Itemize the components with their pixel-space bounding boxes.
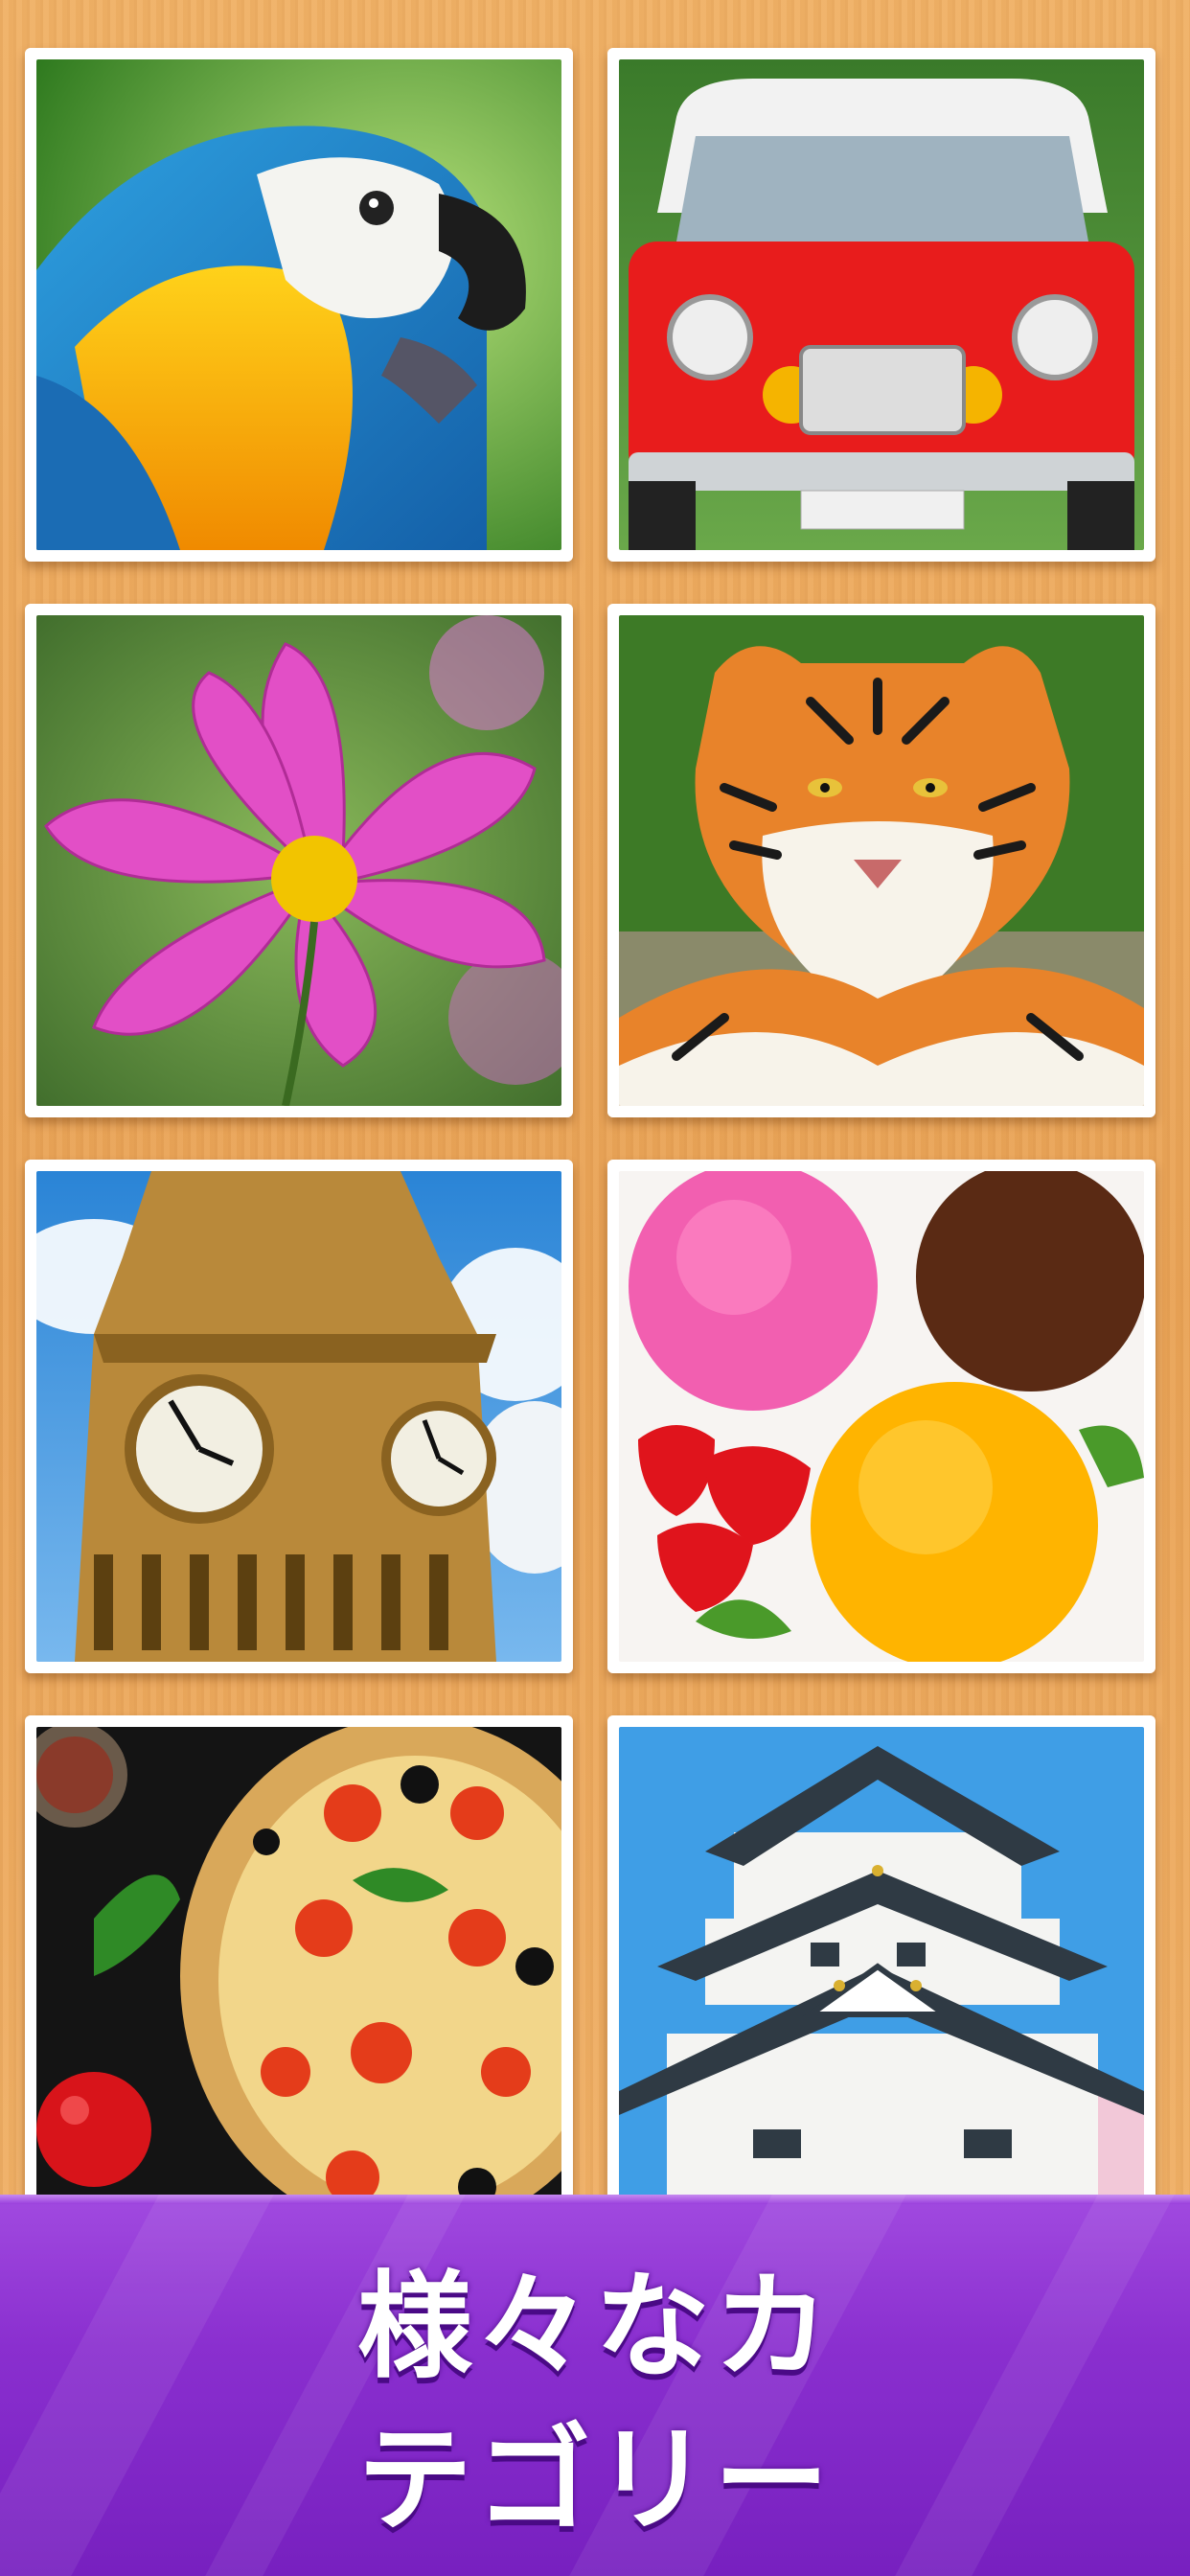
parrot-icon xyxy=(36,59,561,550)
category-grid xyxy=(0,0,1190,2229)
ice-cream-icon xyxy=(619,1171,1144,1662)
category-tile-car[interactable] xyxy=(607,48,1156,562)
clock-tower-icon xyxy=(36,1171,561,1662)
category-tile-pizza[interactable] xyxy=(25,1715,573,2229)
banner-headline-line-2: テゴリー xyxy=(357,2414,833,2547)
car-icon xyxy=(619,59,1144,550)
category-tile-flower[interactable] xyxy=(25,604,573,1117)
flower-icon xyxy=(36,615,561,1106)
category-tile-tiger[interactable] xyxy=(607,604,1156,1117)
tiger-icon xyxy=(619,615,1144,1106)
banner-headline-line-1: 様々なカ xyxy=(357,2261,833,2394)
pizza-icon xyxy=(36,1727,561,2218)
category-tile-castle[interactable] xyxy=(607,1715,1156,2229)
category-banner: 様々なカ テゴリー xyxy=(0,2195,1190,2576)
category-tile-clock-tower[interactable] xyxy=(25,1160,573,1673)
castle-icon xyxy=(619,1727,1144,2218)
category-tile-parrot[interactable] xyxy=(25,48,573,562)
category-tile-ice-cream[interactable] xyxy=(607,1160,1156,1673)
